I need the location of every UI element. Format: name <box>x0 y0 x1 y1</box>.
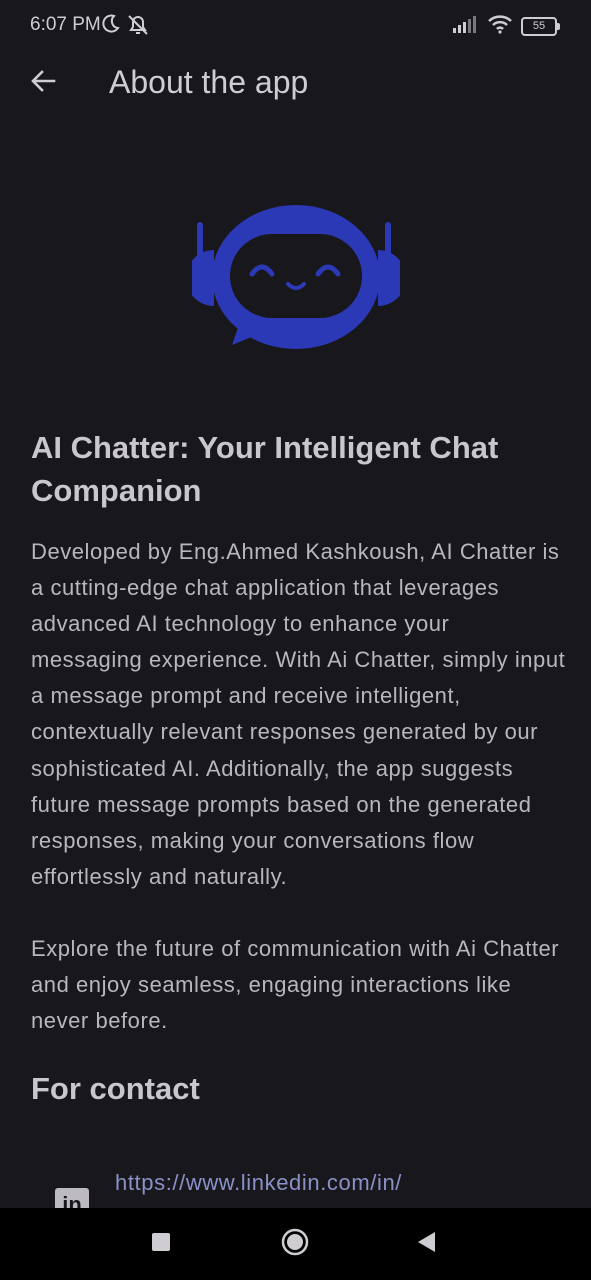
status-icons-right: 55 <box>451 14 560 39</box>
linkedin-link[interactable]: https://www.linkedin.com/in/ <box>115 1170 402 1196</box>
linkedin-icon: in <box>55 1188 89 1208</box>
about-content: AI Chatter: Your Intelligent Chat Compan… <box>31 426 566 1107</box>
circle-icon <box>281 1228 309 1261</box>
back-button[interactable] <box>22 62 64 104</box>
page-title: About the app <box>109 64 309 100</box>
app-bar: About the app <box>0 52 591 116</box>
status-time: 6:07 PM <box>30 14 101 35</box>
about-paragraph-2: Explore the future of communication with… <box>31 935 560 1034</box>
moon-icon <box>100 13 120 42</box>
app-headline: AI Chatter: Your Intelligent Chat Compan… <box>31 430 499 508</box>
recents-button[interactable] <box>121 1208 201 1280</box>
contact-heading: For contact <box>31 1071 200 1107</box>
notifications-off-icon <box>126 13 150 42</box>
status-icons-left <box>100 13 150 42</box>
robot-chat-logo <box>186 200 406 352</box>
triangle-back-icon <box>416 1231 436 1258</box>
nav-back-button[interactable] <box>386 1208 466 1280</box>
battery-icon: 55 <box>521 17 560 36</box>
wifi-icon <box>487 14 513 39</box>
about-paragraph-1: Developed by Eng.Ahmed Kashkoush, AI Cha… <box>31 539 566 889</box>
square-icon <box>151 1232 171 1257</box>
status-bar: 6:07 PM 55 <box>0 0 591 52</box>
contact-row: in https://www.linkedin.com/in/ <box>0 1166 591 1208</box>
signal-icon <box>451 14 479 39</box>
navigation-bar <box>0 1208 591 1280</box>
arrow-back-icon <box>29 67 57 100</box>
home-button[interactable] <box>255 1208 335 1280</box>
